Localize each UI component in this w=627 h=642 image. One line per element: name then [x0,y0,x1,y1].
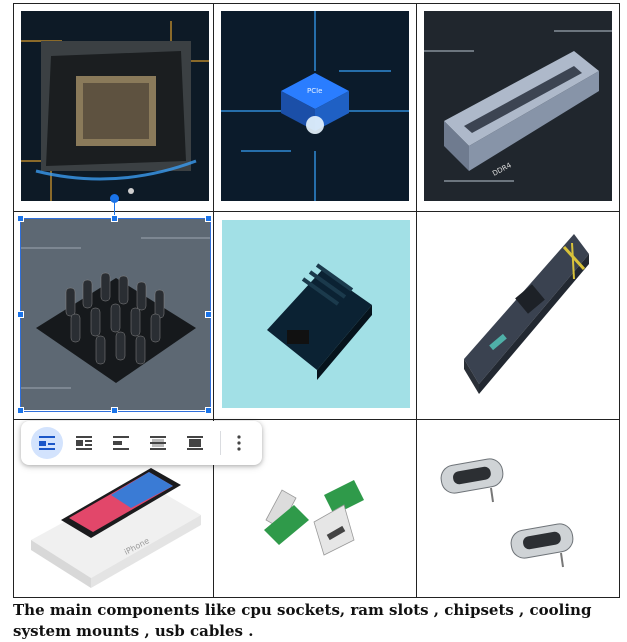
behind-text-icon [150,436,166,450]
cpu-socket-image[interactable] [21,11,209,201]
table-cell[interactable]: DDR4 [415,2,621,213]
behind-text-button[interactable] [142,427,174,459]
usb-c-plug-photo-icon [254,460,385,561]
in-line-icon [39,436,55,450]
resize-handle-se[interactable] [205,407,212,414]
in-front-of-text-button[interactable] [179,427,211,459]
usb-plug-image[interactable] [254,460,385,561]
phone-box-photo-icon: iPhone [21,460,209,591]
rotate-handle[interactable] [110,194,119,203]
break-text-button[interactable] [105,427,137,459]
table-cell[interactable] [415,211,621,421]
module-board-image[interactable] [222,220,411,409]
chipset-image[interactable]: PCIe [221,11,410,201]
usb-port-image[interactable] [430,442,609,583]
motherboard-render-icon [423,219,612,410]
in-line-button[interactable] [31,427,63,459]
table-cell[interactable] [12,2,215,213]
resize-handle-nw[interactable] [17,215,24,222]
motherboard-image[interactable] [423,219,612,410]
document-caption: The main components like cpu sockets, ra… [13,601,592,640]
in-front-of-text-icon [187,436,203,450]
more-vertical-icon [237,435,241,451]
wrap-text-icon [76,436,92,450]
usb-c-port-photo-icon [430,442,609,583]
ram-slot-photo-icon: DDR4 [423,11,612,201]
svg-text:PCIe: PCIe [307,87,322,95]
wrap-text-button[interactable] [68,427,100,459]
break-text-icon [113,436,129,450]
table-cell[interactable] [415,419,621,598]
resize-handle-e[interactable] [205,311,212,318]
table-cell[interactable] [213,211,417,421]
ram-slot-image[interactable]: DDR4 [423,11,612,201]
toolbar-divider [220,431,221,455]
more-options-button[interactable] [227,427,251,459]
image-options-toolbar [21,421,262,465]
cpu-socket-photo-icon [21,11,209,201]
resize-handle-s[interactable] [111,407,118,414]
table-cell[interactable]: PCIe [213,2,417,213]
resize-handle-sw[interactable] [17,407,24,414]
chip-photo-icon: PCIe [221,11,410,201]
resize-handle-w[interactable] [17,311,24,318]
resize-handle-ne[interactable] [205,215,212,222]
resize-handle-n[interactable] [111,215,118,222]
iphone-box-image[interactable]: iPhone [21,460,209,591]
heatsink-module-photo-icon [222,220,411,409]
image-selection-box[interactable] [20,218,211,412]
